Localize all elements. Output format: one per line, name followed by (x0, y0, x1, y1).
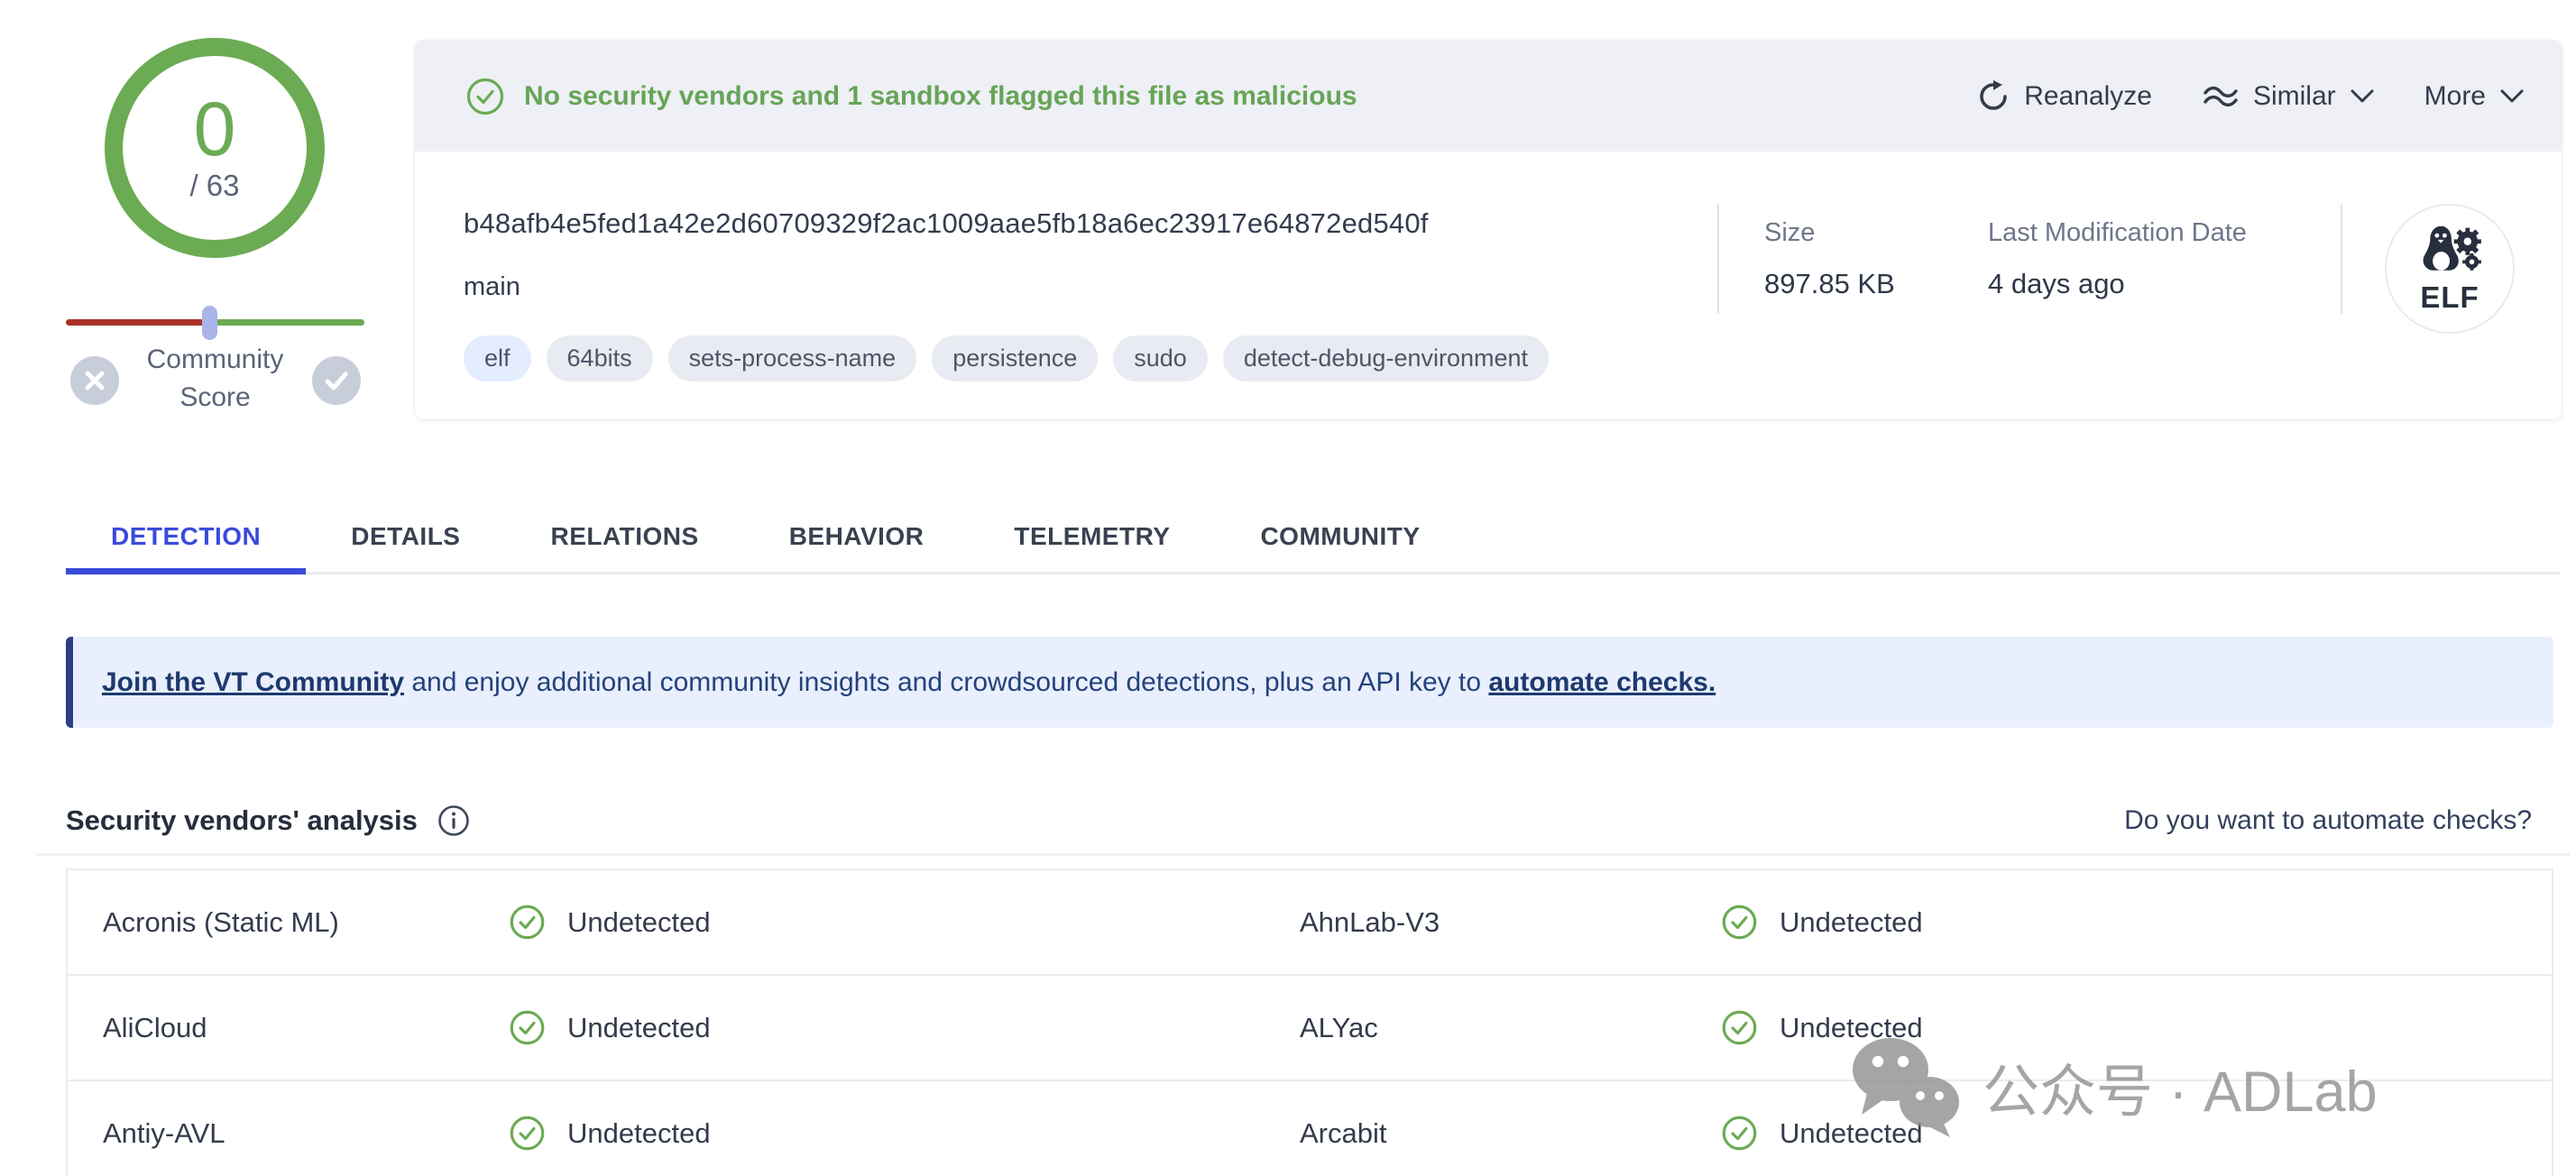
virustotal-file-report: 0 / 63 Community Score No securit (0, 0, 2576, 1176)
vendor-name: AhnLab-V3 (1300, 906, 1721, 939)
filetype-badge: ELF (2385, 204, 2515, 334)
tab-telemetry[interactable]: TELEMETRY (969, 501, 1215, 572)
chevron-down-icon (2351, 89, 2374, 104)
table-row: Antiy-AVL Undetected Arcabit Undetected (68, 1081, 2552, 1176)
vendor-name: AliCloud (68, 1012, 509, 1044)
check-circle-icon (312, 356, 361, 405)
file-summary-card: No security vendors and 1 sandbox flagge… (414, 40, 2562, 420)
file-name: main (464, 272, 520, 302)
file-tags: elf 64bits sets-process-name persistence sud… (464, 335, 1549, 381)
slider-positive-segment (209, 319, 364, 326)
detection-score-ring: 0 / 63 (105, 38, 325, 258)
undetected-check-icon (509, 1115, 546, 1152)
undetected-check-icon (509, 1009, 546, 1046)
table-row: AliCloud Undetected ALYac Undetected (68, 976, 2552, 1081)
table-row: Acronis (Static ML) Undetected AhnLab-V3… (68, 870, 2552, 976)
reanalyze-button[interactable]: Reanalyze (1977, 80, 2152, 113)
vendor-name: Arcabit (1300, 1117, 1721, 1150)
file-tag[interactable]: sudo (1113, 335, 1208, 381)
last-modification-date: Last Modification Date 4 days ago (1988, 218, 2247, 300)
vendor-name: ALYac (1300, 1012, 1721, 1044)
join-banner-text: and enjoy additional community insights … (404, 667, 1488, 697)
tab-details[interactable]: DETAILS (306, 501, 505, 572)
status-label: Undetected (1780, 1012, 1923, 1044)
status-label: Undetected (567, 906, 711, 939)
tab-relations[interactable]: RELATIONS (505, 501, 743, 572)
analysis-section-header: Security vendors' analysis Do you want t… (66, 795, 2532, 846)
vendor-name: Acronis (Static ML) (68, 906, 509, 939)
divider (1717, 204, 1719, 314)
vote-harmless-button[interactable] (312, 356, 361, 405)
tab-behavior[interactable]: BEHAVIOR (744, 501, 970, 572)
info-icon[interactable] (437, 804, 470, 837)
divider (2341, 204, 2342, 314)
file-size: Size 897.85 KB (1764, 218, 1895, 300)
file-tag[interactable]: persistence (932, 335, 1098, 381)
undetected-check-icon (1721, 1009, 1758, 1046)
similar-button[interactable]: Similar (2203, 81, 2374, 112)
linux-penguin-gear-icon (2415, 223, 2484, 282)
slider-negative-segment (66, 319, 209, 326)
verdict-message: No security vendors and 1 sandbox flagge… (524, 81, 1357, 112)
verdict-check-icon (465, 77, 505, 116)
status-label: Undetected (567, 1117, 711, 1150)
status-label: Undetected (1780, 906, 1923, 939)
file-hash: b48afb4e5fed1a42e2d60709329f2ac1009aae5f… (464, 207, 1429, 240)
file-tag[interactable]: elf (464, 335, 531, 381)
similar-icon (2203, 85, 2239, 108)
status-label: Undetected (1780, 1117, 1923, 1150)
file-tag[interactable]: sets-process-name (668, 335, 917, 381)
community-score-slider-handle[interactable] (202, 306, 217, 340)
detections-count: 0 (194, 93, 236, 165)
verdict-strip: No security vendors and 1 sandbox flagge… (415, 41, 2562, 152)
x-circle-icon (70, 356, 119, 405)
analysis-title: Security vendors' analysis (66, 804, 418, 837)
automate-checks-link[interactable]: automate checks. (1488, 667, 1716, 697)
undetected-check-icon (1721, 1115, 1758, 1152)
file-details: b48afb4e5fed1a42e2d60709329f2ac1009aae5f… (415, 152, 2562, 418)
chevron-down-icon (2500, 89, 2524, 104)
detections-total: / 63 (189, 169, 239, 203)
tab-detection[interactable]: DETECTION (66, 501, 306, 572)
file-tag[interactable]: detect-debug-environment (1223, 335, 1549, 381)
automate-checks-question[interactable]: Do you want to automate checks? (2124, 805, 2532, 836)
join-vt-community-link[interactable]: Join the VT Community (102, 667, 404, 697)
status-label: Undetected (567, 1012, 711, 1044)
join-community-banner: Join the VT Community and enjoy addition… (66, 637, 2553, 728)
tabs: DETECTIONDETAILSRELATIONSBEHAVIORTELEMET… (66, 501, 2561, 574)
vendor-analysis-table: Acronis (Static ML) Undetected AhnLab-V3… (66, 868, 2553, 1176)
vote-malicious-button[interactable] (70, 356, 119, 405)
more-button[interactable]: More (2424, 81, 2524, 112)
divider (36, 853, 2571, 856)
tab-community[interactable]: COMMUNITY (1215, 501, 1465, 572)
filetype-label: ELF (2420, 280, 2479, 315)
vendor-name: Antiy-AVL (68, 1117, 509, 1150)
file-tag[interactable]: 64bits (547, 335, 653, 381)
undetected-check-icon (1721, 904, 1758, 941)
undetected-check-icon (509, 904, 546, 941)
reanalyze-icon (1977, 80, 2010, 113)
